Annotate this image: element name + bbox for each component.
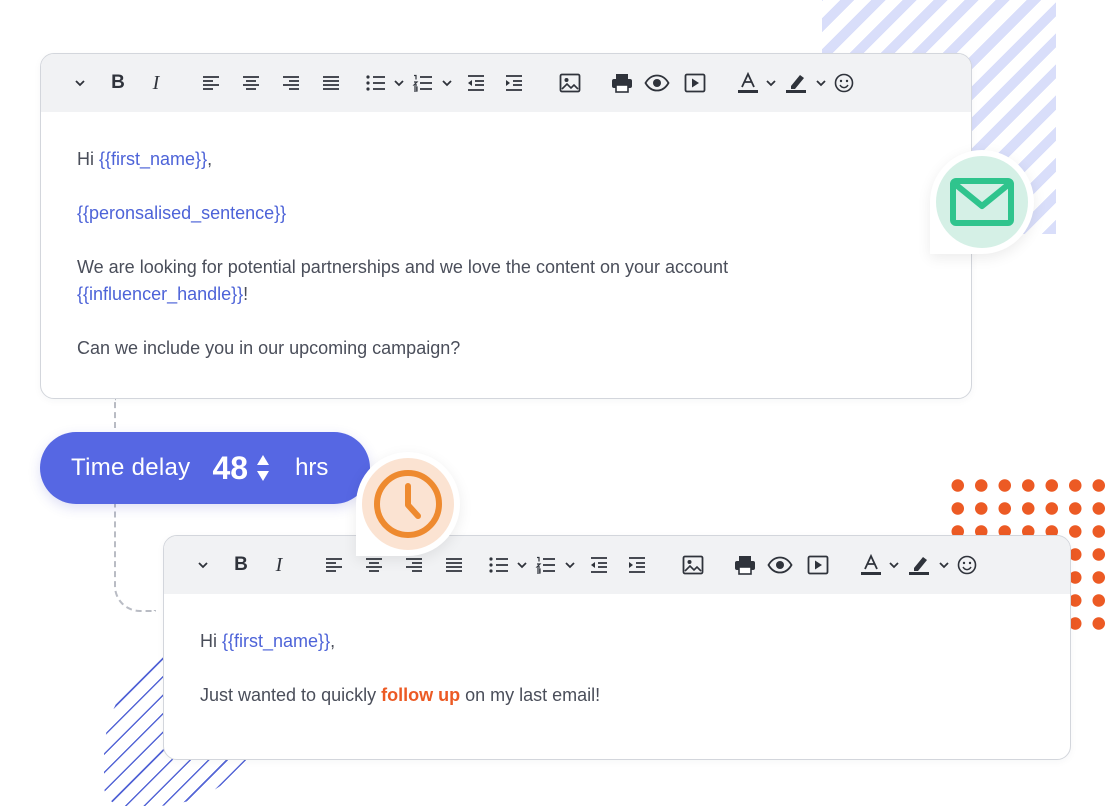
time-delay-label: Time delay [71,454,191,481]
envelope-icon [950,178,1014,226]
media-icon[interactable] [800,551,836,579]
chevron-down-icon[interactable] [761,69,781,97]
image-icon[interactable] [555,69,585,97]
numbered-list-icon[interactable] [409,69,437,97]
email-step-badge [930,150,1034,254]
italic-icon[interactable]: I [266,551,292,579]
chevron-down-icon[interactable] [67,69,93,97]
editor-body[interactable]: Hi {{first_name}}, Just wanted to quickl… [164,594,1070,709]
body-text-suffix: ! [243,284,249,304]
chevron-down-icon[interactable] [560,551,580,579]
time-delay-stepper [257,455,270,481]
template-variable: {{influencer_handle}} [77,284,244,304]
increment-arrow-icon[interactable] [257,455,270,465]
align-center-icon[interactable] [231,69,271,97]
bold-icon[interactable]: B [105,69,131,97]
align-justify-icon[interactable] [311,69,351,97]
bold-icon[interactable]: B [228,551,254,579]
body-paragraph: Can we include you in our upcoming campa… [77,335,935,362]
time-delay-unit: hrs [295,454,329,481]
chevron-down-icon[interactable] [884,551,904,579]
time-delay-control: Time delay 48 hrs [40,432,370,504]
chevron-down-icon[interactable] [389,69,409,97]
email-editor-initial: B I Hi {{first_name}}, {{peronsalised_se… [40,53,972,399]
greeting-text: Hi [77,149,99,169]
chevron-down-icon[interactable] [934,551,954,579]
editor-toolbar: B I [164,536,1070,594]
outdent-icon[interactable] [580,551,618,579]
numbered-list-icon[interactable] [532,551,560,579]
sequence-connector [114,398,156,612]
greeting-suffix: , [330,631,336,651]
chevron-down-icon[interactable] [437,69,457,97]
clock-icon [374,470,442,538]
template-variable: {{peronsalised_sentence}} [77,203,287,223]
delay-step-badge [356,452,460,556]
editor-toolbar: B I [41,54,971,112]
editor-body[interactable]: Hi {{first_name}}, {{peronsalised_senten… [41,112,971,362]
preview-icon[interactable] [760,551,800,579]
highlight-icon[interactable] [904,551,934,579]
print-icon[interactable] [730,551,760,579]
highlighted-text: follow up [381,685,461,705]
body-text: Just wanted to quickly [200,685,382,705]
body-paragraph: Just wanted to quickly follow up on my l… [200,682,1034,709]
text-color-icon[interactable] [735,69,761,97]
greeting-line: Hi {{first_name}}, [77,146,935,173]
decrement-arrow-icon[interactable] [257,471,270,481]
template-variable: {{first_name}} [222,631,331,651]
greeting-text: Hi [200,631,222,651]
text-color-icon[interactable] [858,551,884,579]
body-paragraph: We are looking for potential partnership… [77,254,935,308]
bullet-list-icon[interactable] [486,551,512,579]
personalised-line: {{peronsalised_sentence}} [77,200,935,227]
highlight-icon[interactable] [781,69,811,97]
template-variable: {{first_name}} [99,149,208,169]
emoji-icon[interactable] [954,551,980,579]
align-right-icon[interactable] [271,69,311,97]
align-left-icon[interactable] [314,551,354,579]
greeting-line: Hi {{first_name}}, [200,628,1034,655]
preview-icon[interactable] [637,69,677,97]
body-text: Can we include you in our upcoming campa… [77,338,461,358]
chevron-down-icon[interactable] [811,69,831,97]
image-icon[interactable] [678,551,708,579]
align-left-icon[interactable] [191,69,231,97]
body-text: on my last email! [460,685,601,705]
body-text: We are looking for potential partnership… [77,257,729,277]
print-icon[interactable] [607,69,637,97]
chevron-down-icon[interactable] [512,551,532,579]
bullet-list-icon[interactable] [363,69,389,97]
media-icon[interactable] [677,69,713,97]
email-editor-follow-up: B I Hi {{first_name}}, Just wanted to qu… [163,535,1071,760]
time-delay-value[interactable]: 48 [212,450,248,487]
italic-icon[interactable]: I [143,69,169,97]
indent-icon[interactable] [495,69,533,97]
indent-icon[interactable] [618,551,656,579]
align-justify-icon[interactable] [434,551,474,579]
greeting-suffix: , [207,149,213,169]
chevron-down-icon[interactable] [190,551,216,579]
outdent-icon[interactable] [457,69,495,97]
emoji-icon[interactable] [831,69,857,97]
